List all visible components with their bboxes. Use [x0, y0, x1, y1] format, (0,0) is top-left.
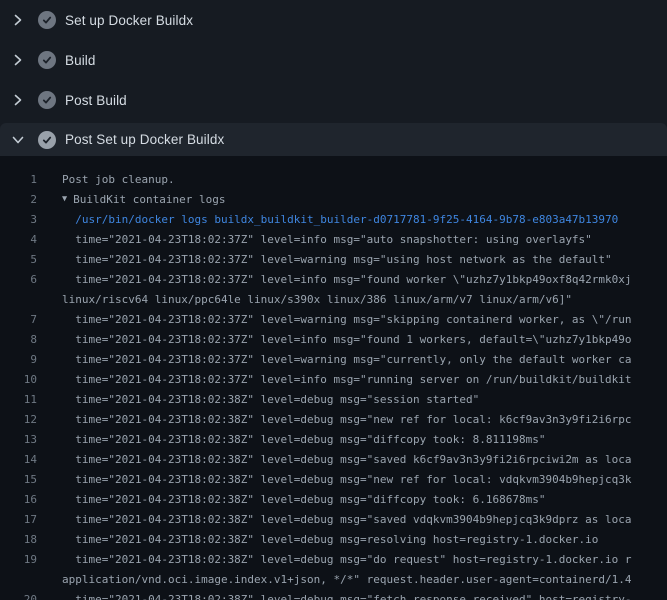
log-viewer: 1Post job cleanup.2▼BuildKit container l…: [0, 156, 667, 600]
log-line-number[interactable]: 9: [0, 353, 37, 366]
chevron-right-icon: [10, 12, 26, 28]
log-line: 14 time="2021-04-23T18:02:38Z" level=deb…: [0, 449, 667, 469]
log-text: time="2021-04-23T18:02:38Z" level=debug …: [37, 393, 479, 406]
log-line-number[interactable]: 16: [0, 493, 37, 506]
log-line-number[interactable]: 7: [0, 313, 37, 326]
log-line-number[interactable]: 15: [0, 473, 37, 486]
log-line-number[interactable]: 3: [0, 213, 37, 226]
log-line: 3 /usr/bin/docker logs buildx_buildkit_b…: [0, 209, 667, 229]
log-command-text: /usr/bin/docker logs buildx_buildkit_bui…: [37, 213, 618, 226]
log-line-number[interactable]: 14: [0, 453, 37, 466]
chevron-right-icon: [10, 52, 26, 68]
log-line: 13 time="2021-04-23T18:02:38Z" level=deb…: [0, 429, 667, 449]
step-success-icon: [38, 131, 56, 149]
log-line: 15 time="2021-04-23T18:02:38Z" level=deb…: [0, 469, 667, 489]
step-success-icon: [38, 51, 56, 69]
log-line: 5 time="2021-04-23T18:02:37Z" level=warn…: [0, 249, 667, 269]
log-line-number[interactable]: 4: [0, 233, 37, 246]
log-line: 16 time="2021-04-23T18:02:38Z" level=deb…: [0, 489, 667, 509]
log-line-number[interactable]: 18: [0, 533, 37, 546]
log-group-toggle-icon[interactable]: ▼: [62, 194, 67, 204]
log-text: linux/riscv64 linux/ppc64le linux/s390x …: [37, 293, 572, 306]
log-group-title: BuildKit container logs: [73, 193, 225, 206]
log-line-continuation: application/vnd.oci.image.index.v1+json,…: [0, 569, 667, 589]
actions-log-viewer: Set up Docker Buildx Build Post Build Post …: [0, 0, 667, 600]
log-text: time="2021-04-23T18:02:38Z" level=debug …: [37, 533, 598, 546]
step-success-icon: [38, 91, 56, 109]
log-text: time="2021-04-23T18:02:37Z" level=info m…: [37, 273, 632, 286]
log-line-number[interactable]: 12: [0, 413, 37, 426]
log-text: time="2021-04-23T18:02:37Z" level=warnin…: [37, 253, 612, 266]
log-text: time="2021-04-23T18:02:38Z" level=debug …: [37, 513, 632, 526]
chevron-down-icon: [10, 132, 26, 148]
log-text: time="2021-04-23T18:02:38Z" level=debug …: [37, 473, 632, 486]
log-line-number[interactable]: 5: [0, 253, 37, 266]
log-line-continuation: linux/riscv64 linux/ppc64le linux/s390x …: [0, 289, 667, 309]
step-label: Post Build: [65, 93, 127, 108]
step-section-set-up-docker-buildx[interactable]: Set up Docker Buildx: [0, 0, 667, 40]
log-text: Post job cleanup.: [37, 173, 175, 186]
log-line-number[interactable]: 19: [0, 553, 37, 566]
log-line: 7 time="2021-04-23T18:02:37Z" level=warn…: [0, 309, 667, 329]
log-text: time="2021-04-23T18:02:38Z" level=debug …: [37, 433, 545, 446]
step-label: Post Set up Docker Buildx: [65, 132, 224, 147]
log-text: time="2021-04-23T18:02:38Z" level=debug …: [37, 493, 545, 506]
step-section-build[interactable]: Build: [0, 40, 667, 80]
log-line: 11 time="2021-04-23T18:02:38Z" level=deb…: [0, 389, 667, 409]
log-line: 18 time="2021-04-23T18:02:38Z" level=deb…: [0, 529, 667, 549]
log-text: time="2021-04-23T18:02:37Z" level=info m…: [37, 233, 592, 246]
log-line-number[interactable]: 17: [0, 513, 37, 526]
log-line: 10 time="2021-04-23T18:02:37Z" level=inf…: [0, 369, 667, 389]
log-line-number[interactable]: 10: [0, 373, 37, 386]
step-section-post-set-up-docker-buildx[interactable]: Post Set up Docker Buildx: [0, 123, 667, 156]
log-line-number[interactable]: 13: [0, 433, 37, 446]
log-text: application/vnd.oci.image.index.v1+json,…: [37, 573, 632, 586]
log-line: 20 time="2021-04-23T18:02:38Z" level=deb…: [0, 589, 667, 600]
log-text: time="2021-04-23T18:02:38Z" level=debug …: [37, 453, 632, 466]
step-section-post-build[interactable]: Post Build: [0, 80, 667, 120]
log-line-number[interactable]: 11: [0, 393, 37, 406]
log-line-number[interactable]: 6: [0, 273, 37, 286]
log-text: ▼ BuildKit container logs: [37, 193, 225, 206]
log-text: time="2021-04-23T18:02:37Z" level=warnin…: [37, 353, 632, 366]
log-line-number[interactable]: 2: [0, 193, 37, 206]
log-line-number[interactable]: 1: [0, 173, 37, 186]
chevron-right-icon: [10, 92, 26, 108]
log-line: 12 time="2021-04-23T18:02:38Z" level=deb…: [0, 409, 667, 429]
log-line: 2 ▼ BuildKit container logs: [0, 189, 667, 209]
log-line: 4 time="2021-04-23T18:02:37Z" level=info…: [0, 229, 667, 249]
step-success-icon: [38, 11, 56, 29]
steps-list: Set up Docker Buildx Build Post Build Post …: [0, 0, 667, 156]
log-text: time="2021-04-23T18:02:38Z" level=debug …: [37, 413, 632, 426]
log-line: 8 time="2021-04-23T18:02:37Z" level=info…: [0, 329, 667, 349]
log-line-number[interactable]: 20: [0, 593, 37, 600]
step-label: Build: [65, 53, 96, 68]
log-text: time="2021-04-23T18:02:38Z" level=debug …: [37, 553, 632, 566]
log-line: 19 time="2021-04-23T18:02:38Z" level=deb…: [0, 549, 667, 569]
log-line: 9 time="2021-04-23T18:02:37Z" level=warn…: [0, 349, 667, 369]
log-line: 1Post job cleanup.: [0, 169, 667, 189]
step-label: Set up Docker Buildx: [65, 13, 193, 28]
log-text: time="2021-04-23T18:02:37Z" level=warnin…: [37, 313, 632, 326]
log-text: time="2021-04-23T18:02:38Z" level=debug …: [37, 593, 632, 600]
log-text: time="2021-04-23T18:02:37Z" level=info m…: [37, 373, 632, 386]
log-line: 17 time="2021-04-23T18:02:38Z" level=deb…: [0, 509, 667, 529]
log-line: 6 time="2021-04-23T18:02:37Z" level=info…: [0, 269, 667, 289]
log-line-number[interactable]: 8: [0, 333, 37, 346]
log-text: time="2021-04-23T18:02:37Z" level=info m…: [37, 333, 632, 346]
